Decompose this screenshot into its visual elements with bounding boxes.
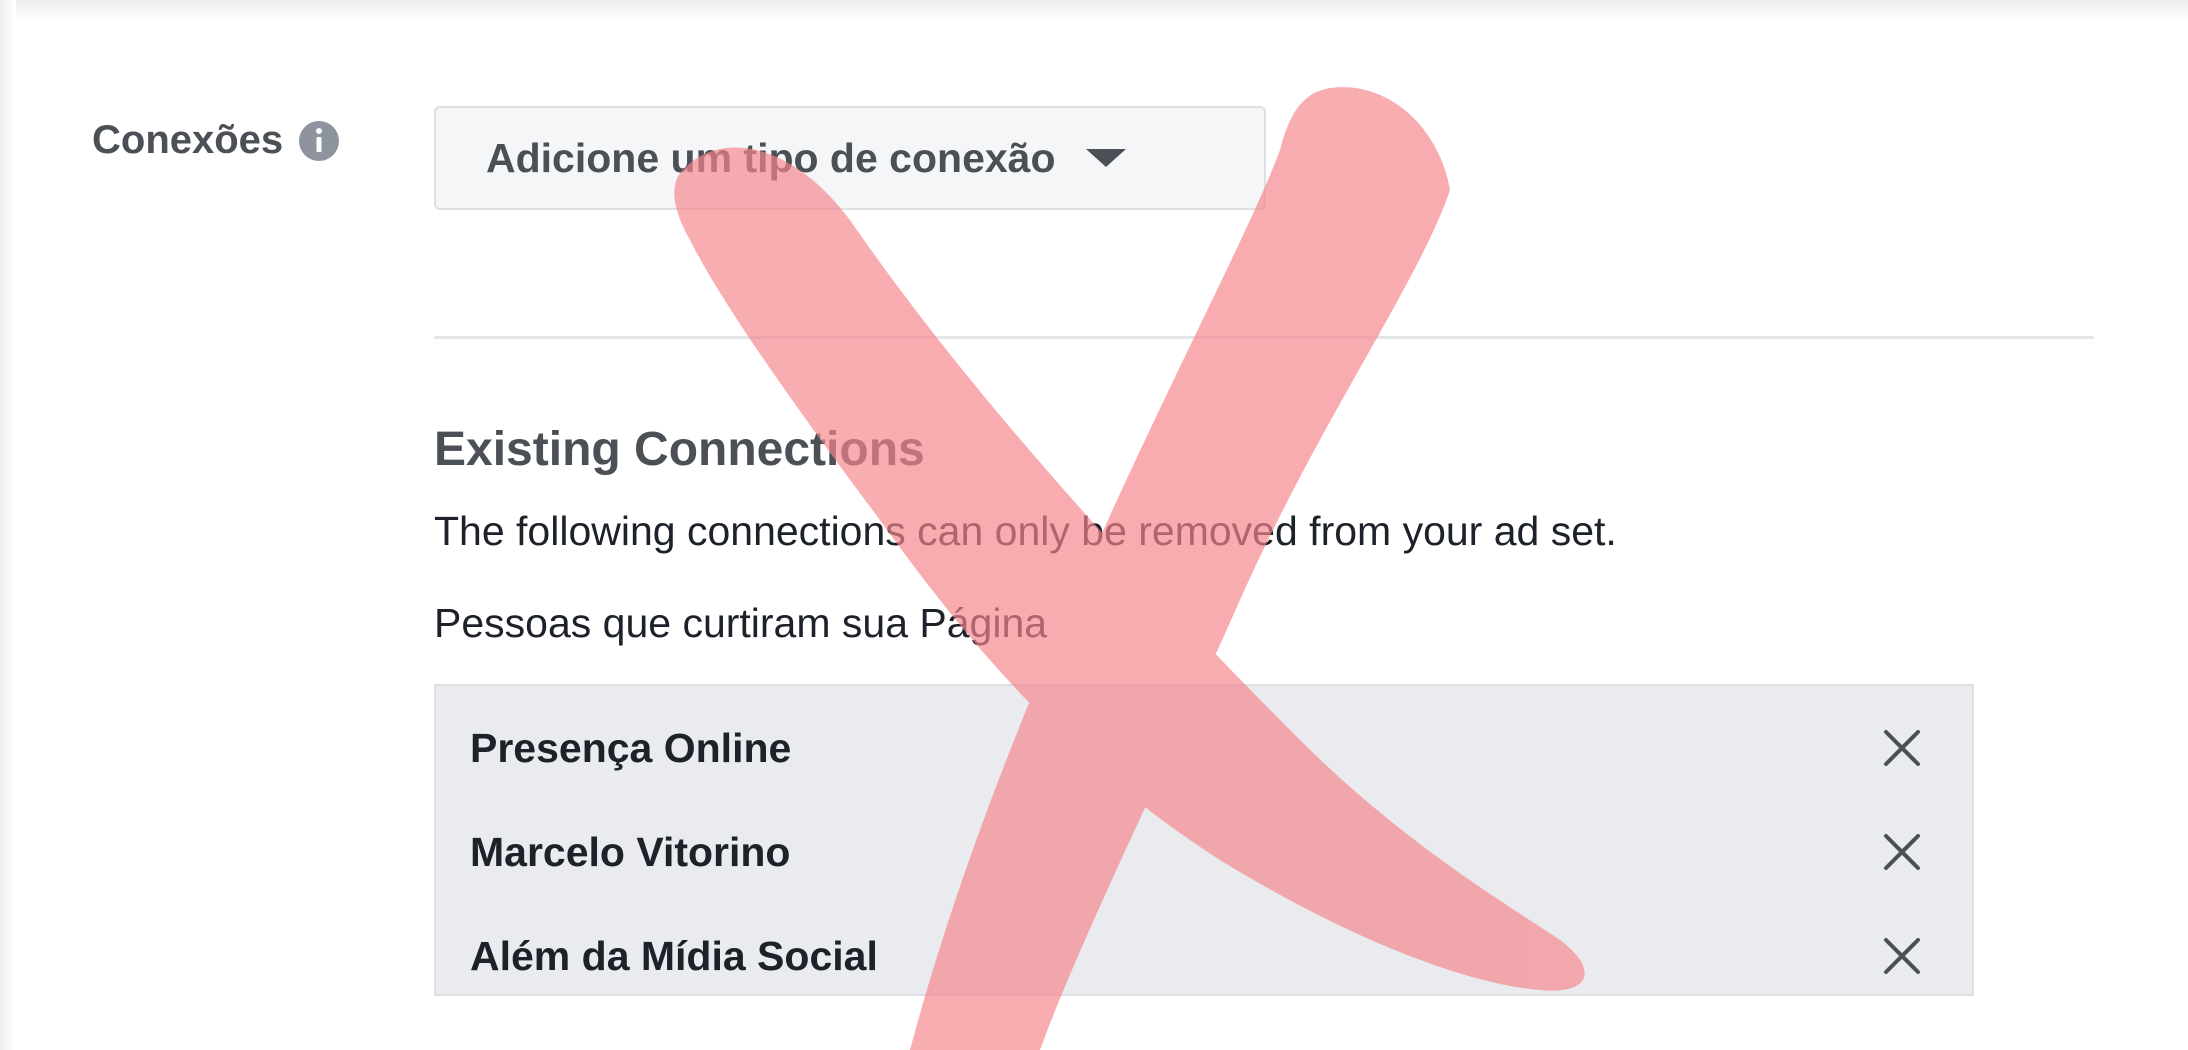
top-edge-shadow [0,0,2188,20]
list-item: Além da Mídia Social [436,904,1972,1008]
connection-name: Presença Online [470,724,792,771]
divider [434,336,2094,339]
left-edge-shadow [0,0,16,1050]
info-icon[interactable] [297,119,341,163]
existing-connections-description: The following connections can only be re… [434,508,1617,554]
page-likers-group-label: Pessoas que curtiram sua Página [434,600,1048,646]
connections-panel: Conexões Adicione um tipo de conexão Exi… [0,0,2188,1050]
existing-connections-list: Presença Online Marcelo Vitorino Além da… [434,684,1974,996]
connections-label: Conexões [92,118,284,162]
existing-connections-title: Existing Connections [434,423,925,476]
add-connection-type-dropdown[interactable]: Adicione um tipo de conexão [434,106,1266,210]
list-item: Marcelo Vitorino [436,800,1972,904]
close-icon[interactable] [1880,726,1924,770]
connection-name: Além da Mídia Social [470,932,878,979]
connections-label-row: Conexões [92,118,341,163]
close-icon[interactable] [1880,830,1924,874]
close-icon[interactable] [1880,934,1924,978]
list-item: Presença Online [436,696,1972,800]
connection-name: Marcelo Vitorino [470,828,791,875]
caret-down-icon [1085,149,1126,167]
dropdown-label: Adicione um tipo de conexão [486,134,1056,181]
